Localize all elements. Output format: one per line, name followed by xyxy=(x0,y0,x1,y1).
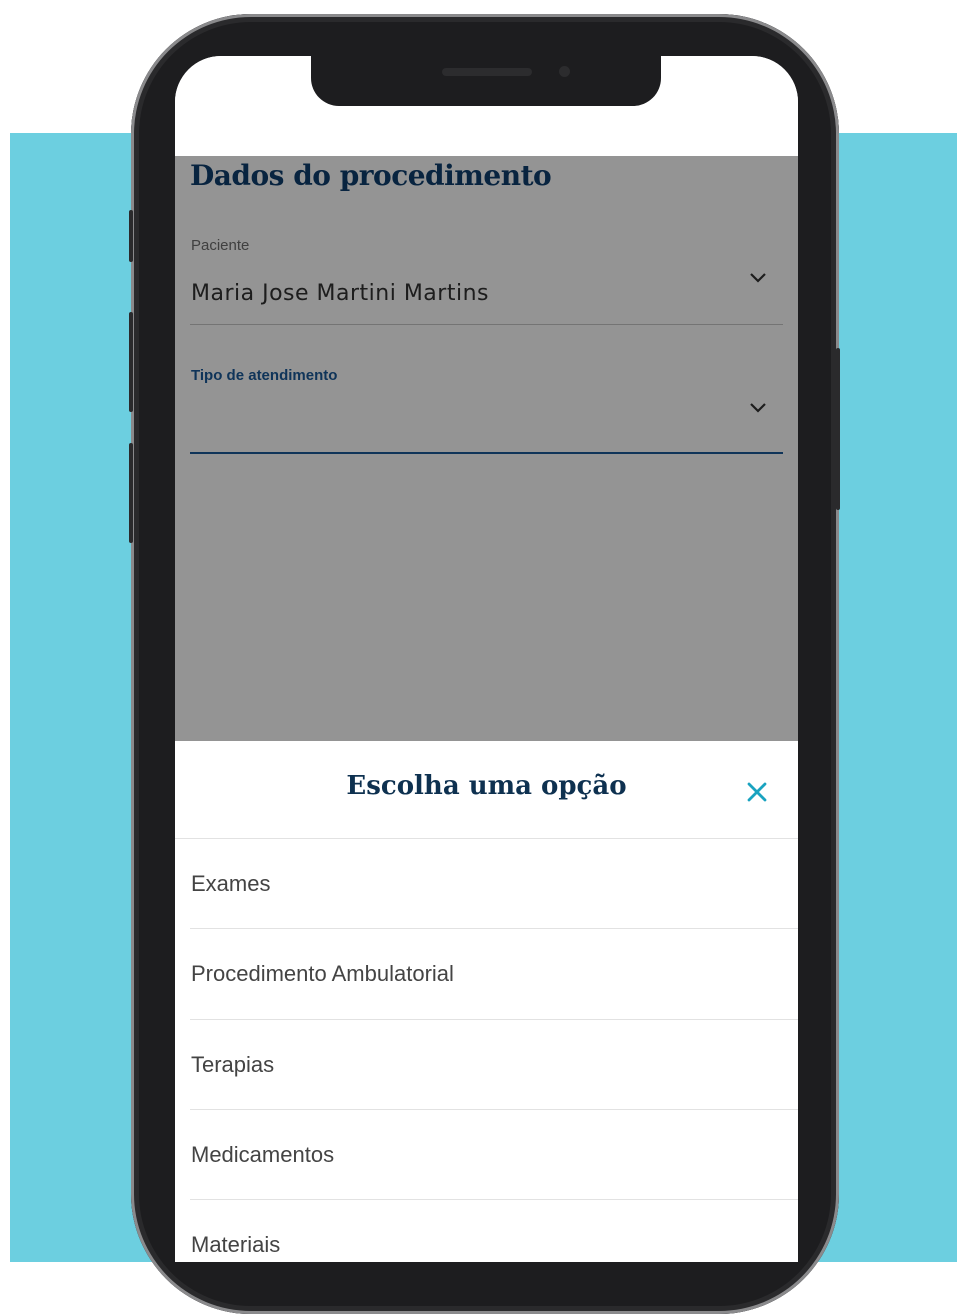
phone-screen: Dados do procedimento Paciente Maria Jos… xyxy=(175,56,798,1262)
option-terapias[interactable]: Terapias xyxy=(191,1020,798,1109)
front-camera xyxy=(559,66,570,77)
option-medicamentos[interactable]: Medicamentos xyxy=(191,1110,798,1199)
phone-side-button-power xyxy=(836,348,840,510)
modal-backdrop[interactable] xyxy=(175,156,798,741)
phone-notch xyxy=(311,56,661,106)
phone-side-button-volume-down xyxy=(129,443,133,543)
option-procedimento-ambulatorial[interactable]: Procedimento Ambulatorial xyxy=(191,929,798,1018)
option-exames[interactable]: Exames xyxy=(191,839,798,928)
phone-side-button-silent xyxy=(129,210,133,262)
speaker-grille xyxy=(442,68,532,76)
close-icon[interactable] xyxy=(743,778,771,806)
option-materiais[interactable]: Materiais xyxy=(191,1200,798,1262)
sheet-title: Escolha uma opção xyxy=(346,771,627,801)
phone-side-button-volume-up xyxy=(129,312,133,412)
option-picker-sheet: Escolha uma opção Exames Procedimento Am… xyxy=(175,741,798,1262)
